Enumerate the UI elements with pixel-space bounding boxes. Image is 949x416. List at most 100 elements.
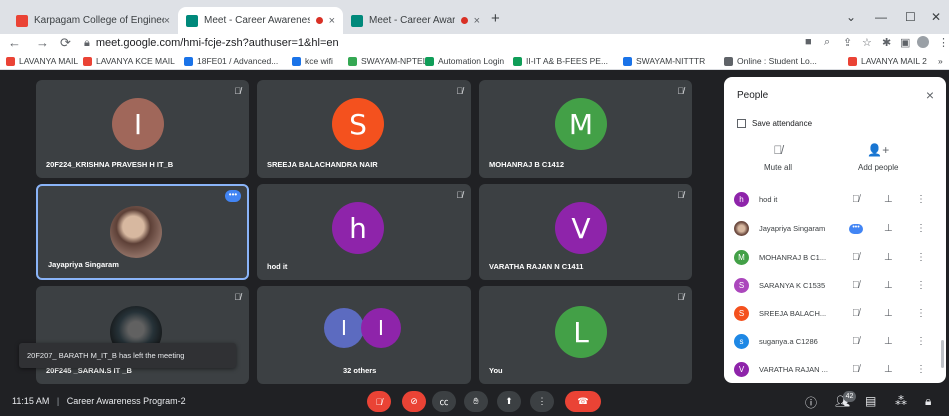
- camera-toggle-button[interactable]: ⊘: [402, 391, 426, 412]
- more-vert-icon[interactable]: ⋮: [916, 364, 926, 375]
- participant-tile-others[interactable]: I I 32 others: [257, 286, 471, 384]
- url-bar[interactable]: 🔒︎ meet.google.com/hmi-fcje-zsh?authuser=…: [84, 37, 339, 50]
- minimize-button[interactable]: —: [875, 10, 887, 24]
- participant-tile[interactable]: 🎙̸ M MOHANRAJ B C1412: [479, 80, 692, 178]
- host-controls-icon[interactable]: 🔒︎: [925, 394, 931, 409]
- recording-dot-icon: [460, 17, 468, 24]
- participant-tile[interactable]: 🎙̸ h hod it: [257, 184, 471, 280]
- self-avatar: L: [555, 306, 607, 358]
- more-vert-icon[interactable]: ⋮: [916, 194, 926, 205]
- participant-row[interactable]: s suganya.a C1286: [734, 329, 939, 354]
- bookmark-item[interactable]: Automation Login: [425, 56, 504, 66]
- chat-icon[interactable]: ▤: [865, 394, 876, 408]
- zoom-icon[interactable]: ⌕: [824, 36, 830, 49]
- pin-icon[interactable]: ⊥: [884, 252, 893, 263]
- activities-icon[interactable]: ⁂: [895, 394, 907, 408]
- participant-tile[interactable]: ••• Jayapriya Singaram: [36, 184, 249, 280]
- more-vert-icon[interactable]: ⋮: [916, 280, 926, 291]
- participant-tile[interactable]: 🎙̸ S SREEJA BALACHANDRA NAIR: [257, 80, 471, 178]
- participant-row[interactable]: V VARATHA RAJAN ...: [734, 357, 939, 382]
- self-tile[interactable]: 🎙̸ L You: [479, 286, 692, 384]
- participant-tile[interactable]: 🎙̸ I 20F224_KRISHNA PRAVESH H IT_B: [36, 80, 249, 178]
- mic-off-icon: 🎙̸: [852, 194, 860, 205]
- save-attendance-button[interactable]: Save attendance: [737, 119, 812, 129]
- participant-row[interactable]: M MOHANRAJ B C1...: [734, 245, 939, 270]
- bookmark-item[interactable]: LAVANYA MAIL 2: [848, 56, 927, 66]
- pin-icon[interactable]: ⊥: [884, 223, 893, 234]
- camera-indicator-icon[interactable]: ■: [805, 36, 812, 48]
- participant-avatar: M: [734, 250, 749, 265]
- bookmark-item[interactable]: II-IT A& B-FEES PE...: [513, 56, 608, 66]
- share-icon[interactable]: ⇪: [843, 36, 852, 49]
- bookmark-item[interactable]: SWAYAM-NPTEL: [348, 56, 427, 66]
- mic-off-icon: 🎙̸: [677, 190, 684, 200]
- more-vert-icon[interactable]: ⋮: [916, 336, 926, 347]
- more-vert-icon[interactable]: ⋮: [916, 223, 926, 234]
- tab-meet-1[interactable]: Meet - Career Awareness Pro ×: [178, 7, 343, 34]
- meeting-details-icon[interactable]: ⓘ: [805, 394, 817, 411]
- tab-meet-2[interactable]: Meet - Career Awareness Pro ×: [343, 7, 488, 34]
- bookmark-item[interactable]: LAVANYA MAIL: [6, 56, 78, 66]
- side-panel-icon[interactable]: ▣: [900, 36, 910, 49]
- participant-name: hod it: [267, 262, 288, 271]
- more-options-icon[interactable]: •••: [849, 223, 863, 234]
- bookmark-star-icon[interactable]: ☆: [862, 36, 872, 49]
- present-button[interactable]: ⬆: [497, 391, 521, 412]
- mic-off-icon: 🎙̸: [852, 364, 860, 375]
- participant-row[interactable]: S SARANYA K C1535: [734, 273, 939, 298]
- participant-tile[interactable]: 🎙̸ V VARATHA RAJAN N C1411: [479, 184, 692, 280]
- leave-call-button[interactable]: ☎: [565, 391, 601, 412]
- bookmark-label: SWAYAM-NPTEL: [361, 56, 428, 66]
- bookmark-item[interactable]: kce wifi: [292, 56, 333, 66]
- extensions-icon[interactable]: ✱: [882, 36, 891, 49]
- more-vert-icon[interactable]: ⋮: [916, 252, 926, 263]
- participant-row[interactable]: Jayapriya Singaram •••: [734, 216, 939, 241]
- participant-row[interactable]: S SREEJA BALACH...: [734, 301, 939, 326]
- participant-name: 20F224_KRISHNA PRAVESH H IT_B: [46, 160, 174, 169]
- profile-avatar[interactable]: [917, 36, 929, 48]
- new-tab-button[interactable]: +: [491, 10, 500, 27]
- gmail-icon: [83, 56, 92, 66]
- panel-scrollbar[interactable]: [941, 340, 944, 368]
- participant-avatar: S: [734, 278, 749, 293]
- captions-button[interactable]: ㏄: [432, 391, 456, 412]
- back-button[interactable]: ←: [8, 35, 21, 50]
- tab-close-icon[interactable]: ×: [474, 15, 480, 27]
- reload-button[interactable]: ⟳: [60, 35, 71, 51]
- pin-icon[interactable]: ⊥: [884, 194, 893, 205]
- more-vert-icon[interactable]: ⋮: [916, 308, 926, 319]
- bookmarks-more-button[interactable]: »: [938, 56, 943, 66]
- tab-close-icon[interactable]: ×: [164, 15, 170, 27]
- tab-close-icon[interactable]: ×: [329, 15, 335, 27]
- add-people-button[interactable]: 👤+ Add people: [858, 143, 898, 172]
- pin-icon[interactable]: ⊥: [884, 364, 893, 375]
- participant-row[interactable]: h hod it: [734, 187, 939, 212]
- mute-all-button[interactable]: 🎙̸ Mute all: [764, 143, 792, 172]
- more-options-icon[interactable]: •••: [225, 190, 241, 202]
- mic-toggle-button[interactable]: 🎙̸: [367, 391, 391, 412]
- forward-button[interactable]: →: [36, 35, 49, 50]
- pin-icon[interactable]: ⊥: [884, 308, 893, 319]
- pin-icon[interactable]: ⊥: [884, 336, 893, 347]
- mic-off-icon: 🎙̸: [852, 336, 860, 347]
- recording-dot-icon: [315, 17, 323, 24]
- maximize-button[interactable]: ☐: [905, 10, 916, 24]
- bookmark-item[interactable]: LAVANYA KCE MAIL: [83, 56, 175, 66]
- tab-bar: Karpagam College of Engineering × Meet -…: [0, 0, 949, 34]
- meeting-control-bar: 11:15 AM | Career Awareness Program-2 🎙̸…: [0, 388, 949, 416]
- browser-menu-icon[interactable]: ⋮: [938, 36, 949, 49]
- participant-tile[interactable]: 🎙̸ 20F245 _SARAN.S IT _B: [36, 286, 249, 384]
- tab-search-chevron-icon[interactable]: ⌄: [846, 10, 856, 24]
- tab-karpagam[interactable]: Karpagam College of Engineering ×: [8, 7, 178, 34]
- bookmark-item[interactable]: Online : Student Lo...: [724, 56, 817, 66]
- panel-close-button[interactable]: ×: [926, 87, 934, 103]
- bookmark-item[interactable]: 18FE01 / Advanced...: [184, 56, 278, 66]
- bookmark-item[interactable]: SWAYAM-NITTTR: [623, 56, 705, 66]
- pin-icon[interactable]: ⊥: [884, 280, 893, 291]
- url-text: meet.google.com/hmi-fcje-zsh?authuser=1&…: [95, 37, 339, 49]
- camera-off-icon: ⊘: [410, 396, 418, 406]
- raise-hand-button[interactable]: ✋︎: [464, 391, 488, 412]
- more-options-button[interactable]: ⋮: [530, 391, 554, 412]
- participant-avatar: S: [332, 98, 384, 150]
- window-close-button[interactable]: ✕: [931, 10, 941, 24]
